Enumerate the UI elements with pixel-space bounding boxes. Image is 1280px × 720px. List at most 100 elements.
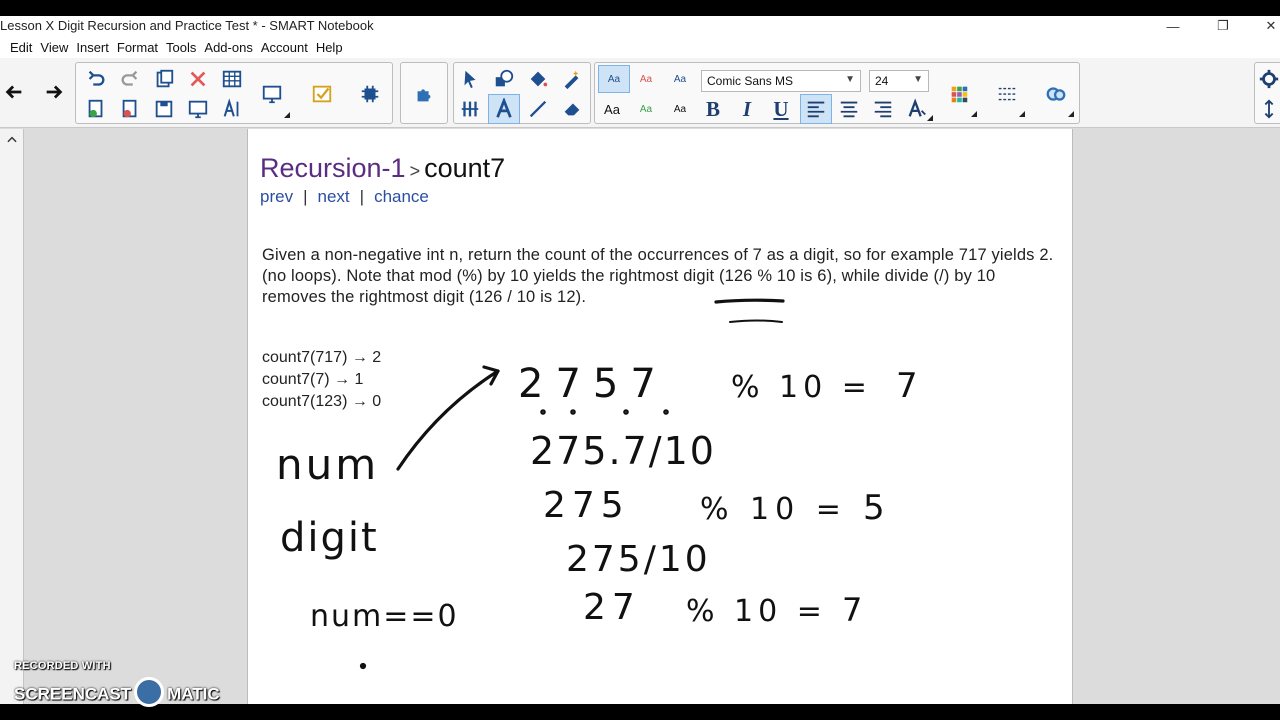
align-left-button[interactable] bbox=[800, 94, 832, 124]
link-button[interactable] bbox=[1042, 80, 1070, 108]
nav-separator: | bbox=[359, 187, 365, 206]
text-style-1[interactable]: Aa bbox=[598, 65, 630, 93]
examples-list: count7(717) → 2 count7(7) → 1 count7(123… bbox=[262, 347, 381, 413]
text-style-2[interactable]: Aa bbox=[632, 65, 660, 93]
text-tool-icon bbox=[223, 98, 239, 117]
menu-add-ons[interactable]: Add-ons bbox=[204, 39, 252, 56]
toolbar: Aa Aa Aa Aa Aa Aa Comic Sans MS ▼ 24 ▼ B… bbox=[0, 58, 1280, 128]
text-style-5[interactable]: Aa bbox=[632, 95, 660, 123]
watermark-left: SCREENCAST bbox=[14, 684, 132, 704]
text-color-dropdown-indicator bbox=[927, 115, 933, 121]
title-bar: Lesson X Digit Recursion and Practice Te… bbox=[0, 16, 1280, 36]
line-icon bbox=[529, 100, 547, 118]
ink-dot bbox=[663, 409, 669, 415]
chevron-down-icon: ▼ bbox=[845, 74, 855, 85]
redo-icon bbox=[121, 70, 138, 86]
menu-insert[interactable]: Insert bbox=[76, 39, 109, 56]
redo-button[interactable] bbox=[116, 65, 144, 93]
text-tool-button[interactable] bbox=[218, 95, 246, 123]
text-style-6[interactable]: Aa bbox=[666, 95, 694, 123]
resize-button[interactable] bbox=[1255, 95, 1280, 123]
side-tab-strip[interactable] bbox=[0, 129, 24, 704]
table-button[interactable] bbox=[218, 65, 246, 93]
settings-icon bbox=[1259, 69, 1279, 89]
minimize-button[interactable]: — bbox=[1150, 16, 1196, 36]
forward-button[interactable] bbox=[40, 78, 68, 106]
align-center-button[interactable] bbox=[835, 95, 863, 123]
link-dropdown-indicator bbox=[1068, 111, 1074, 117]
response-button[interactable] bbox=[308, 80, 336, 108]
menu-bar: Edit View Insert Format Tools Add-ons Ac… bbox=[0, 36, 1280, 58]
menu-tools[interactable]: Tools bbox=[166, 39, 196, 56]
align-right-button[interactable] bbox=[869, 95, 897, 123]
delete-button[interactable] bbox=[184, 65, 212, 93]
example-item: count7(7) → 1 bbox=[262, 371, 364, 388]
text-style-3[interactable]: Aa bbox=[666, 65, 694, 93]
fill-button[interactable] bbox=[524, 65, 552, 93]
ink-line3-result: 5 bbox=[863, 488, 885, 528]
align-left-icon bbox=[807, 101, 825, 118]
save-button[interactable] bbox=[150, 95, 178, 123]
ink-dot bbox=[570, 409, 576, 415]
menu-account[interactable]: Account bbox=[261, 39, 308, 56]
back-button[interactable] bbox=[0, 78, 28, 106]
ink-dot bbox=[540, 409, 546, 415]
text-style-4[interactable]: Aa bbox=[598, 95, 626, 123]
ink-dot bbox=[623, 409, 629, 415]
shapes-button[interactable] bbox=[490, 65, 518, 93]
ink-line2: 275.7/10 bbox=[530, 429, 716, 473]
back-arrow-icon bbox=[5, 85, 22, 99]
underline-button[interactable]: U bbox=[767, 95, 795, 123]
ink-label-num: num bbox=[276, 440, 379, 489]
line-style-icon bbox=[998, 87, 1016, 101]
puzzle-button[interactable] bbox=[410, 80, 438, 108]
color-palette-button[interactable] bbox=[945, 80, 973, 108]
line-style-dropdown-indicator bbox=[1019, 111, 1025, 117]
ink-dot bbox=[359, 662, 367, 670]
close-button[interactable]: ✕ bbox=[1248, 16, 1280, 36]
minimize-icon: — bbox=[1166, 18, 1180, 34]
align-right-icon bbox=[874, 101, 892, 118]
ink-line4: 275/10 bbox=[566, 539, 711, 580]
add-page-button[interactable] bbox=[82, 95, 110, 123]
screencast-watermark: RECORDED WITH SCREENCAST MATIC bbox=[14, 660, 220, 707]
text-button[interactable] bbox=[488, 94, 520, 124]
chevron-up-icon[interactable] bbox=[5, 133, 19, 147]
magic-pen-button[interactable] bbox=[558, 65, 586, 93]
chance-link[interactable]: chance bbox=[374, 187, 429, 206]
menu-view[interactable]: View bbox=[40, 39, 68, 56]
widget-button[interactable] bbox=[356, 80, 384, 108]
eraser-button[interactable] bbox=[558, 95, 586, 123]
pen-button[interactable] bbox=[456, 95, 484, 123]
font-name-select[interactable]: Comic Sans MS ▼ bbox=[701, 70, 861, 92]
paste-button[interactable] bbox=[150, 65, 178, 93]
restore-button[interactable]: ❐ bbox=[1200, 16, 1246, 36]
prev-link[interactable]: prev bbox=[260, 187, 293, 206]
menu-format[interactable]: Format bbox=[117, 39, 158, 56]
menu-help[interactable]: Help bbox=[316, 39, 343, 56]
text-color-icon bbox=[908, 98, 926, 117]
font-name-value: Comic Sans MS bbox=[707, 74, 794, 88]
pen-icon bbox=[461, 101, 479, 117]
bold-button[interactable]: B bbox=[699, 95, 727, 123]
widget-icon bbox=[361, 85, 379, 103]
screen-shade-button[interactable] bbox=[184, 95, 212, 123]
line-button[interactable] bbox=[524, 95, 552, 123]
delete-icon bbox=[190, 71, 206, 87]
italic-button[interactable]: I bbox=[733, 95, 761, 123]
display-button[interactable] bbox=[258, 80, 286, 108]
fill-icon bbox=[530, 71, 548, 87]
next-link[interactable]: next bbox=[318, 187, 350, 206]
ink-line1-op: % 10 = bbox=[731, 370, 872, 405]
delete-page-button[interactable] bbox=[116, 95, 144, 123]
undo-button[interactable] bbox=[82, 65, 110, 93]
settings-button[interactable] bbox=[1255, 65, 1280, 93]
notebook-page[interactable]: Recursion-1 > count7 prev | next | chance Give… bbox=[247, 129, 1073, 704]
menu-edit[interactable]: Edit bbox=[10, 39, 32, 56]
edit-toolbar-group bbox=[75, 62, 393, 124]
color-grid-icon bbox=[951, 86, 968, 103]
line-style-button[interactable] bbox=[993, 80, 1021, 108]
example-item: count7(717) → 2 bbox=[262, 349, 382, 366]
font-size-select[interactable]: 24 ▼ bbox=[869, 70, 929, 92]
select-button[interactable] bbox=[456, 65, 484, 93]
